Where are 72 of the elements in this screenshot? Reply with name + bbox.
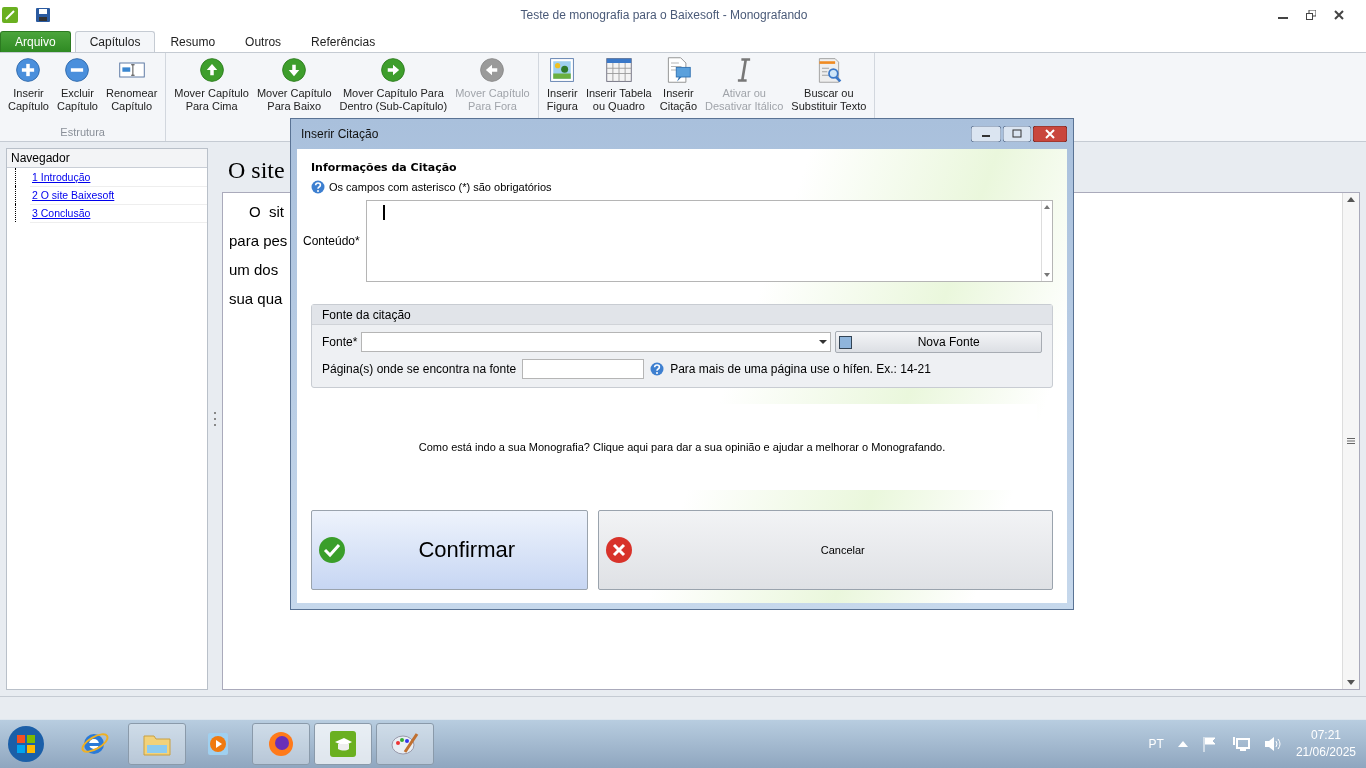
body-text: O sit — [249, 203, 284, 220]
body-text: para pes — [229, 232, 288, 249]
chapter-link[interactable]: 3 Conclusão — [30, 203, 207, 223]
start-button[interactable] — [6, 724, 46, 764]
body-text: sua qua — [229, 290, 283, 307]
splitter-grip-icon[interactable] — [213, 412, 217, 426]
help-icon — [650, 362, 665, 376]
close-icon — [605, 536, 634, 564]
dialog-title: Inserir Citação — [300, 127, 380, 141]
volume-icon[interactable] — [1263, 736, 1282, 752]
save-icon[interactable] — [36, 8, 50, 22]
group-title: Fonte da citação — [322, 307, 411, 322]
flag-icon[interactable] — [1201, 736, 1218, 752]
ribbon-button[interactable]: Inserir Figura — [542, 53, 582, 126]
ribbon-tab[interactable]: Capítulos — [74, 31, 156, 52]
scrollbar[interactable] — [1041, 201, 1052, 281]
ribbon-button[interactable]: Inserir Tabela ou Quadro — [581, 53, 656, 126]
taskbar-button[interactable] — [252, 723, 310, 765]
ribbon-tab[interactable]: Referências — [296, 31, 391, 52]
new-item-icon — [839, 335, 853, 349]
table-icon — [604, 56, 633, 84]
feedback-link[interactable]: Como está indo a sua Monografia? Clique aqui para dar a sua opinião e ajudar a melhorar o Monografando. — [418, 441, 946, 453]
ribbon-tab[interactable]: Outros — [230, 31, 297, 52]
checkmark-icon — [318, 536, 346, 564]
body-text: um dos — [229, 261, 279, 278]
ribbon-button[interactable]: Renomear Capítulo — [101, 53, 162, 126]
chapter-link[interactable]: 1 Introdução — [30, 167, 207, 187]
page-field[interactable] — [522, 359, 645, 379]
confirm-button[interactable]: Confirmar — [311, 510, 589, 590]
group-label: Estrutura — [60, 126, 105, 138]
cancel-button[interactable]: Cancelar — [598, 510, 1053, 590]
ribbon-button[interactable]: Inserir Citação — [655, 53, 702, 126]
show-hidden-icon[interactable] — [1177, 741, 1188, 747]
ribbon-tab[interactable]: Resumo — [155, 31, 231, 52]
scroll-grip-icon[interactable] — [1347, 438, 1355, 444]
ribbon-button[interactable]: Mover Capítulo Para Cima — [170, 53, 253, 126]
ribbon-button[interactable]: Excluir Capítulo — [53, 53, 102, 126]
source-dropdown[interactable] — [361, 332, 832, 352]
file-tab[interactable]: Arquivo — [0, 31, 71, 52]
required-hint: Os campos com asterisco (*) são obrigatórios — [329, 181, 552, 193]
close-icon[interactable] — [1334, 10, 1344, 20]
add-icon — [14, 56, 43, 84]
network-icon[interactable] — [1231, 736, 1250, 752]
help-icon — [311, 180, 325, 194]
taskbar-button[interactable] — [376, 723, 434, 765]
field-label: Conteúdo* — [303, 234, 360, 248]
scroll-up-icon[interactable] — [1044, 205, 1050, 209]
ribbon-button[interactable]: Mover Capítulo Para Dentro (Sub-Capítulo) — [335, 53, 452, 126]
scroll-down-icon[interactable] — [1044, 273, 1050, 277]
section-title: Informações da Citação — [311, 161, 458, 174]
field-label: Página(s) onde se encontra na fonte — [322, 362, 517, 376]
field-label: Fonte* — [322, 335, 358, 349]
page-hint: Para mais de uma página use o hífen. Ex.: 14-21 — [670, 362, 931, 376]
remove-icon — [63, 56, 92, 84]
taskbar-button[interactable] — [314, 723, 372, 765]
chapter-link[interactable]: 2 O site Baixesoft — [30, 185, 207, 205]
picture-icon — [548, 56, 577, 84]
graduation-cap-icon — [327, 728, 359, 760]
scroll-down-icon[interactable] — [1347, 680, 1355, 685]
navigator-header: Navegador — [7, 149, 207, 168]
close-icon[interactable] — [1033, 126, 1067, 142]
restore-icon[interactable] — [1306, 10, 1316, 20]
chapter-heading: O site — [228, 156, 285, 184]
scrollbar[interactable] — [1342, 193, 1359, 689]
ribbon-button[interactable]: Inserir Capítulo — [4, 53, 53, 126]
new-source-button[interactable]: Nova Fonte — [835, 331, 1042, 353]
scroll-up-icon[interactable] — [1347, 197, 1355, 202]
window-title: Teste de monografia para o Baixesoft - Monografando — [519, 8, 809, 22]
minimize-icon[interactable] — [971, 126, 1001, 142]
ribbon-button[interactable]: Buscar ou Substituir Texto — [787, 53, 871, 126]
content-field[interactable] — [365, 200, 1053, 282]
ribbon-button[interactable]: Mover Capítulo Para Baixo — [252, 53, 336, 126]
